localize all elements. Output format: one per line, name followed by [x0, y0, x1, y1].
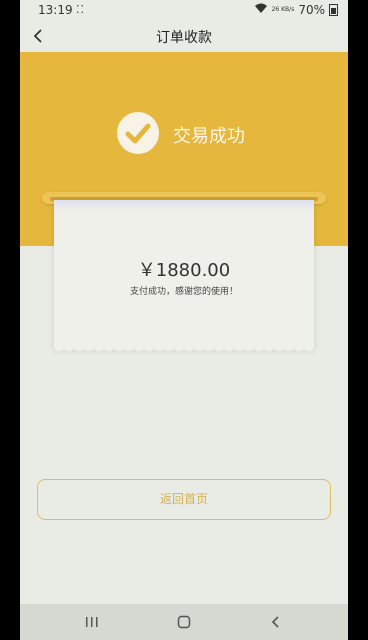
status-bar: 13:19 ⁚⁚ 26 KB/s 70% [20, 0, 348, 20]
receipt-shadow [54, 200, 314, 210]
payment-amount: ￥1880.00 [137, 260, 231, 281]
receipt-tear-edge [54, 347, 314, 351]
status-right: 26 KB/s 70% [254, 3, 338, 17]
battery-percent: 70% [298, 3, 325, 17]
wifi-icon [254, 3, 268, 17]
recents-icon[interactable] [80, 610, 104, 634]
title-bar: 订单收款 [20, 20, 348, 52]
network-speed: 26 KB/s [271, 6, 295, 13]
receipt-card: ￥1880.00 支付成功，感谢您的使用！ [54, 200, 314, 351]
page-title: 订单收款 [156, 30, 212, 46]
battery-icon [329, 4, 338, 16]
notification-icon: ⁚⁚ [76, 3, 85, 16]
nav-back-icon[interactable] [264, 610, 288, 634]
status-time: 13:19 [38, 3, 73, 17]
payment-message: 支付成功，感谢您的使用！ [129, 287, 238, 297]
success-title: 交易成功 [173, 126, 245, 147]
system-nav-bar [20, 604, 348, 640]
check-icon [117, 112, 159, 154]
home-icon[interactable] [172, 610, 196, 634]
app-screen: 13:19 ⁚⁚ 26 KB/s 70% 订单收款 交易成功 ￥1880.00 … [20, 0, 348, 640]
return-home-button[interactable]: 返回首页 [37, 479, 331, 520]
